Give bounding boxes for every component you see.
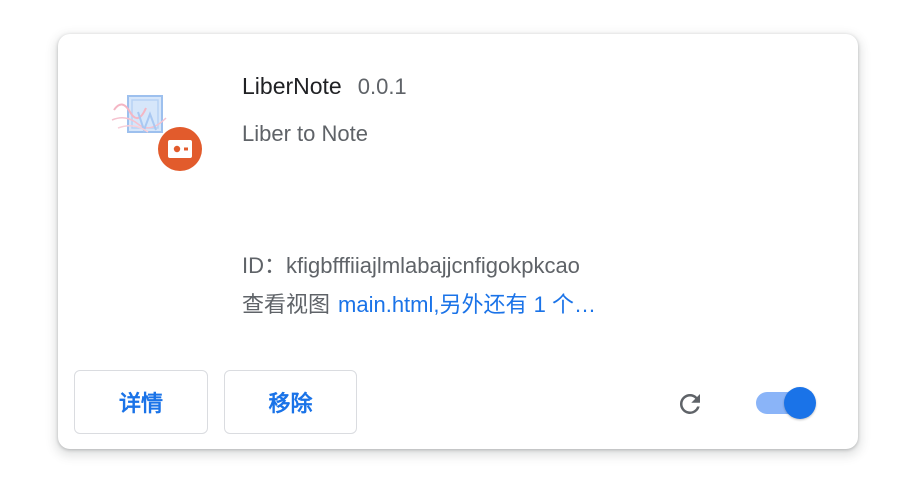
extension-description: Liber to Note	[242, 121, 368, 146]
enable-extension-toggle[interactable]	[756, 387, 818, 419]
extension-version: 0.0.1	[357, 74, 407, 99]
extension-id-row: ID：kfigbfffiiajlmlabajjcnfigokpkcao	[242, 248, 580, 280]
toggle-knob	[784, 387, 816, 419]
details-button[interactable]: 详情	[74, 370, 208, 434]
extension-title-row: LiberNote 0.0.1	[242, 73, 407, 100]
reload-icon[interactable]	[672, 386, 708, 422]
unpacked-extension-badge-icon	[158, 127, 202, 171]
remove-button[interactable]: 移除	[224, 370, 357, 434]
inspect-views-label: 查看视图	[242, 292, 331, 317]
inspect-views-link[interactable]: main.html,另外还有 1 个…	[338, 292, 596, 317]
extension-id-label: ID：	[242, 253, 287, 278]
extension-id: kfigbfffiiajlmlabajjcnfigokpkcao	[286, 253, 580, 278]
extension-name: LiberNote	[242, 73, 342, 99]
extension-card: LiberNote 0.0.1 Liber to Note ID：kfigbff…	[58, 34, 858, 449]
inspect-views-row: 查看视图 main.html,另外还有 1 个…	[242, 287, 596, 319]
